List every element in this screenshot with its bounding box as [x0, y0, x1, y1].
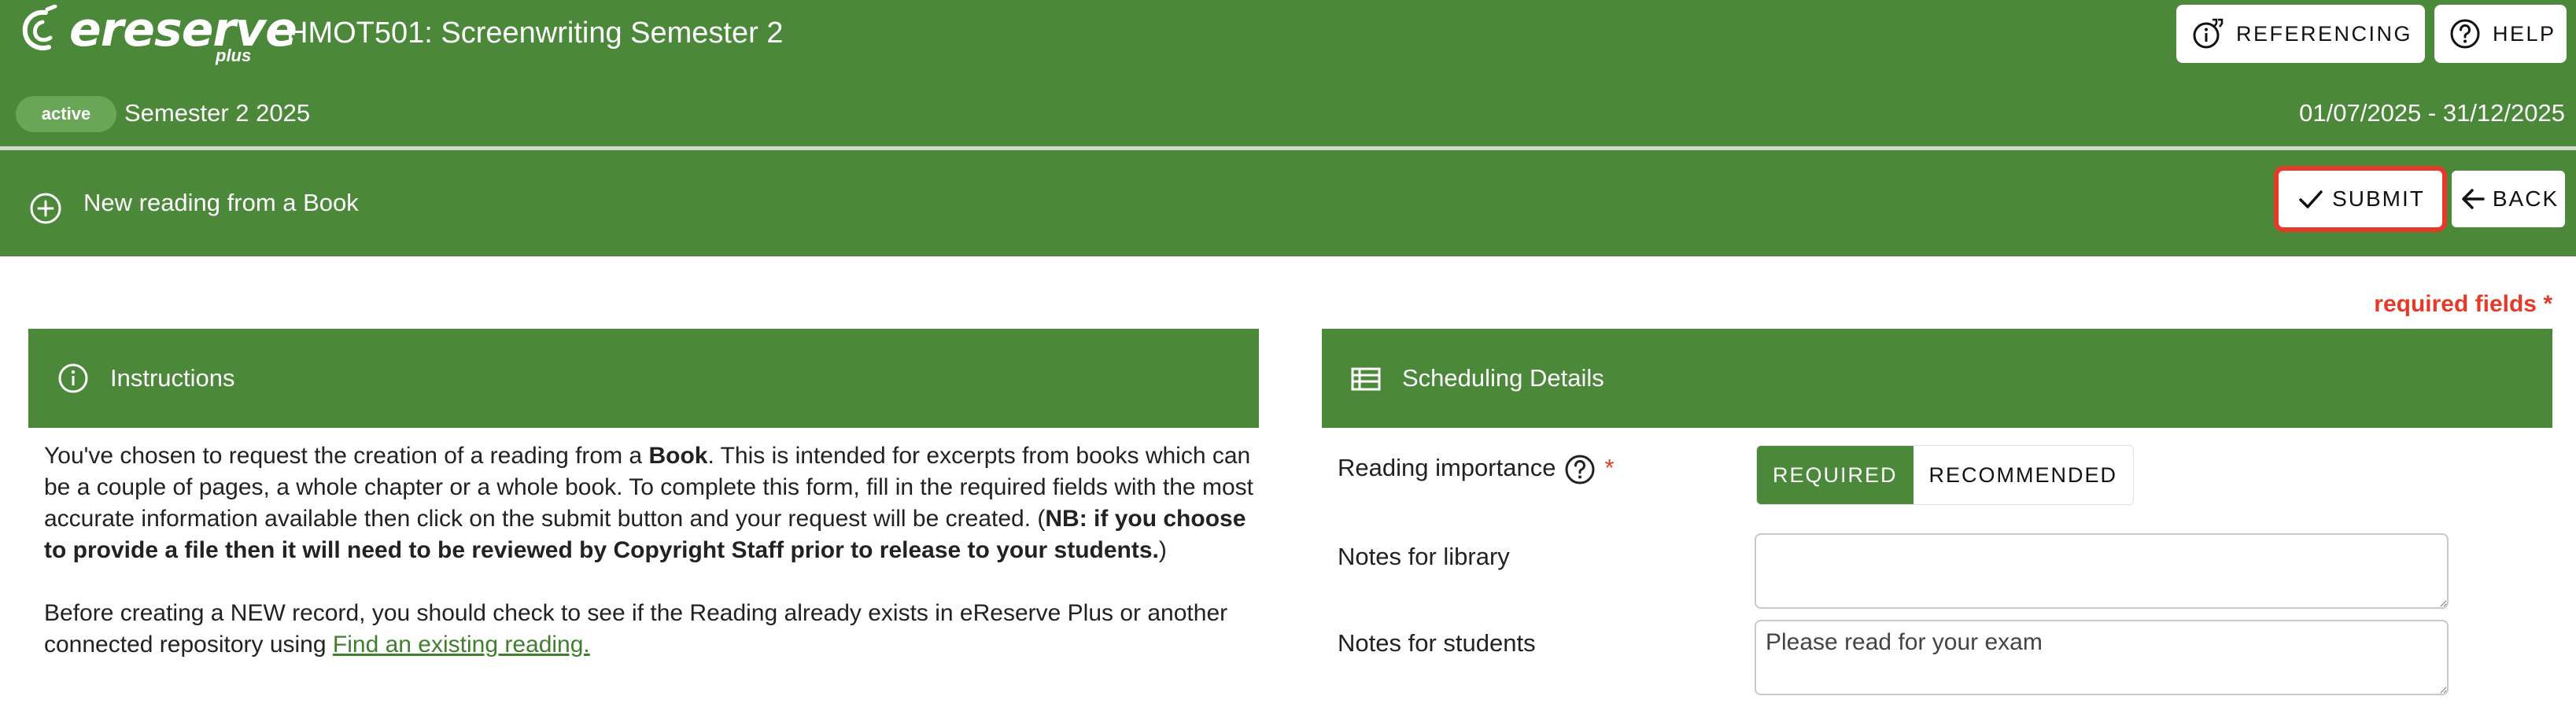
instructions-header: Instructions: [28, 329, 1259, 428]
importance-recommended-option[interactable]: RECOMMENDED: [1913, 446, 2134, 504]
notes-library-field[interactable]: [1755, 533, 2449, 609]
logo-wordmark: ereserve: [69, 2, 297, 57]
help-button[interactable]: HELP: [2434, 5, 2567, 63]
reading-importance-toggle: REQUIRED RECOMMENDED: [1756, 445, 2135, 505]
notes-library-label: Notes for library: [1338, 543, 1510, 570]
find-existing-reading-link[interactable]: Find an existing reading.: [333, 632, 590, 658]
app-header: ereserve plus HMOT501: Screenwriting Sem…: [0, 0, 2576, 146]
action-title: New reading from a Book: [83, 189, 359, 216]
importance-required-option[interactable]: REQUIRED: [1757, 446, 1914, 504]
instructions-paragraph-2: Before creating a NEW record, you should…: [44, 598, 1256, 661]
back-button[interactable]: BACK: [2452, 171, 2565, 227]
back-label: BACK: [2492, 186, 2559, 211]
required-star: *: [1604, 454, 1615, 481]
semester-label: Semester 2 2025: [124, 99, 311, 127]
notes-students-label: Notes for students: [1338, 629, 1536, 657]
reading-importance-text: Reading importance: [1338, 454, 1556, 481]
instructions-text: Before creating a NEW record, you should…: [44, 600, 1228, 658]
instructions-book: Book: [648, 443, 708, 469]
referencing-icon: [2190, 17, 2236, 51]
ereserve-logo-icon: [19, 5, 65, 55]
instructions-text: ): [1158, 537, 1167, 563]
question-icon[interactable]: [1563, 453, 1596, 486]
date-range: 01/07/2025 - 31/12/2025: [2299, 99, 2565, 127]
instructions-text: You've chosen to request the creation of…: [44, 443, 649, 469]
instructions-paragraph-1: You've chosen to request the creation of…: [44, 440, 1256, 566]
status-badge: active: [16, 96, 116, 132]
arrow-left-icon: [2458, 184, 2493, 214]
list-icon: [1350, 364, 1382, 392]
required-fields-note: required fields *: [2374, 291, 2552, 317]
check-icon: [2296, 184, 2332, 214]
notes-students-field[interactable]: Please read for your exam: [1755, 620, 2449, 695]
submit-label: SUBMIT: [2332, 186, 2425, 211]
logo-plus: plus: [216, 46, 252, 65]
action-bar: New reading from a Book SUBMIT BACK: [0, 150, 2576, 256]
help-icon: [2449, 17, 2493, 50]
add-circle-icon: [28, 191, 63, 230]
course-title: HMOT501: Screenwriting Semester 2: [286, 17, 784, 50]
instructions-heading: Instructions: [110, 364, 235, 392]
help-label: HELP: [2493, 21, 2556, 46]
ereserve-logo[interactable]: ereserve plus: [19, 5, 297, 64]
scheduling-header: Scheduling Details: [1322, 329, 2552, 428]
referencing-button[interactable]: REFERENCING: [2176, 5, 2425, 63]
reading-importance-label: Reading importance *: [1338, 452, 1615, 486]
instructions-body: You've chosen to request the creation of…: [44, 440, 1256, 661]
submit-button[interactable]: SUBMIT: [2279, 171, 2442, 227]
info-icon: [57, 362, 90, 395]
referencing-label: REFERENCING: [2236, 21, 2413, 46]
scheduling-heading: Scheduling Details: [1402, 364, 1604, 392]
